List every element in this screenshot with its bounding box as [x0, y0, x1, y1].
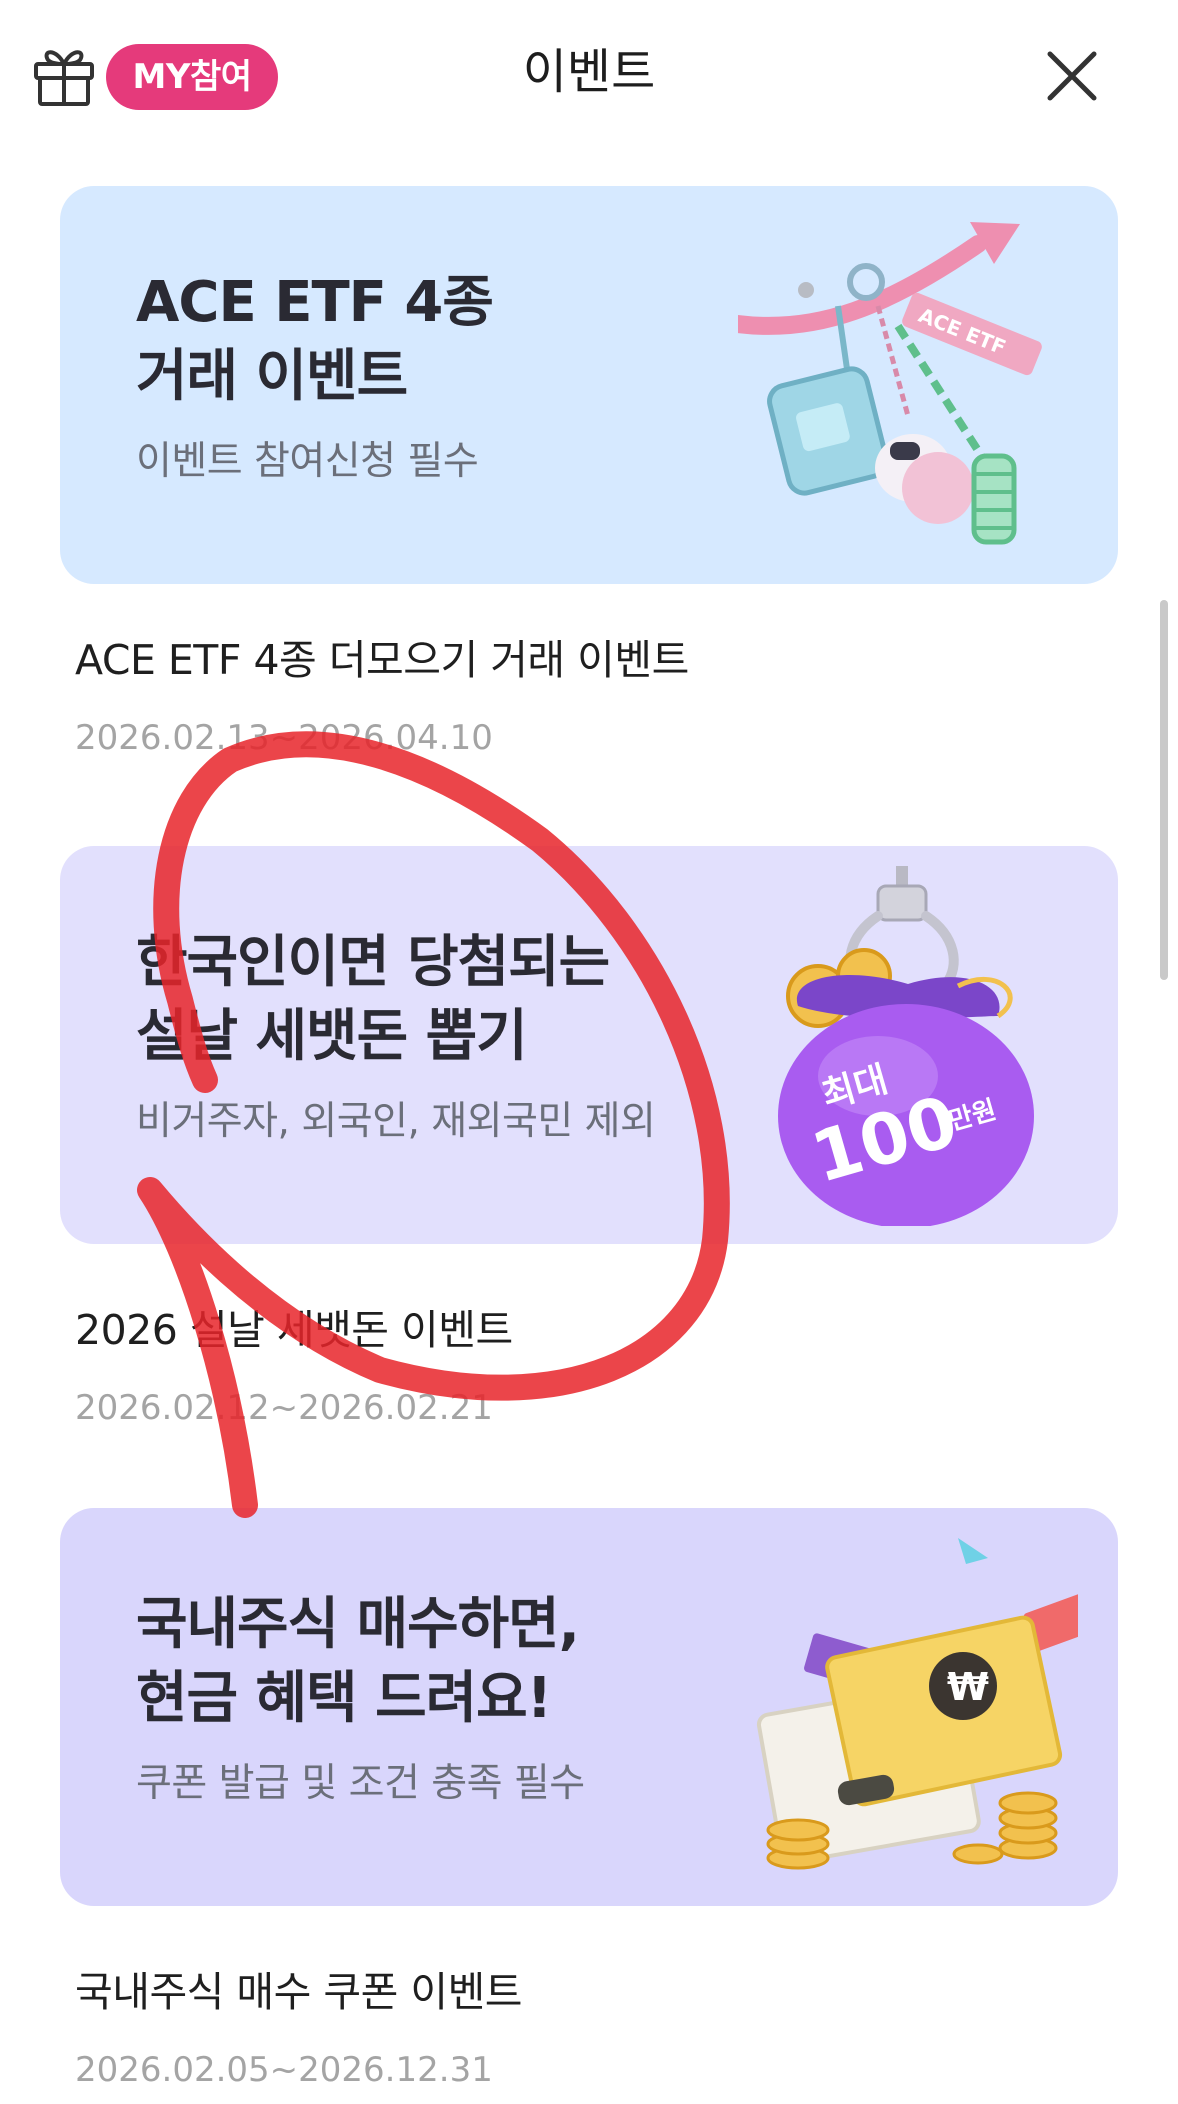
cash-coupon-illustration: ₩ [756, 1538, 1078, 1870]
event-name[interactable]: ACE ETF 4종 더모으기 거래 이벤트 [75, 632, 689, 688]
event-name[interactable]: 2026 설날 세뱃돈 이벤트 [75, 1302, 513, 1358]
event-card-lunar-new-year[interactable]: 한국인이면 당첨되는 설날 세뱃돈 뽑기 비거주자, 외국인, 재외국민 제외 … [60, 846, 1118, 1428]
page-title: 이벤트 [522, 44, 656, 100]
svg-text:₩: ₩ [947, 1665, 989, 1709]
event-banner[interactable]: 국내주식 매수하면, 현금 혜택 드려요! 쿠폰 발급 및 조건 충족 필수 ₩ [60, 1508, 1118, 1906]
banner-title: 한국인이면 당첨되는 설날 세뱃돈 뽑기 [136, 930, 610, 1069]
lucky-bag-claw-illustration: 최대 100 만원 [778, 866, 1034, 1226]
event-date: 2026.02.05~2026.12.31 [75, 2050, 493, 2090]
event-card-ace-etf[interactable]: ACE ETF 4종 거래 이벤트 이벤트 참여신청 필수 ACE ETF AC… [60, 186, 1118, 758]
event-date: 2026.02.12~2026.02.21 [75, 1388, 493, 1428]
banner-title: ACE ETF 4종 거래 이벤트 [136, 270, 494, 409]
event-banner[interactable]: 한국인이면 당첨되는 설날 세뱃돈 뽑기 비거주자, 외국인, 재외국민 제외 … [60, 846, 1118, 1244]
banner-title: 국내주식 매수하면, 현금 혜택 드려요! [136, 1592, 580, 1731]
scrollbar[interactable] [1160, 600, 1168, 980]
banner-subtitle: 비거주자, 외국인, 재외국민 제외 [136, 1099, 656, 1144]
header: MY참여 이벤트 [0, 0, 1178, 150]
event-card-domestic-stock-coupon[interactable]: 국내주식 매수하면, 현금 혜택 드려요! 쿠폰 발급 및 조건 충족 필수 ₩ [60, 1508, 1118, 2090]
etf-keychain-illustration: ACE ETF [738, 222, 1042, 545]
close-icon[interactable] [1044, 48, 1100, 104]
event-date: 2026.02.13~2026.04.10 [75, 718, 493, 758]
event-banner[interactable]: ACE ETF 4종 거래 이벤트 이벤트 참여신청 필수 ACE ETF [60, 186, 1118, 584]
banner-subtitle: 이벤트 참여신청 필수 [136, 439, 479, 484]
banner-subtitle: 쿠폰 발급 및 조건 충족 필수 [136, 1761, 585, 1806]
event-name[interactable]: 국내주식 매수 쿠폰 이벤트 [75, 1964, 523, 2020]
events-page: MY참여 이벤트 ACE ETF 4종 거래 이벤트 이벤트 참여신청 필수 A… [0, 0, 1178, 2104]
